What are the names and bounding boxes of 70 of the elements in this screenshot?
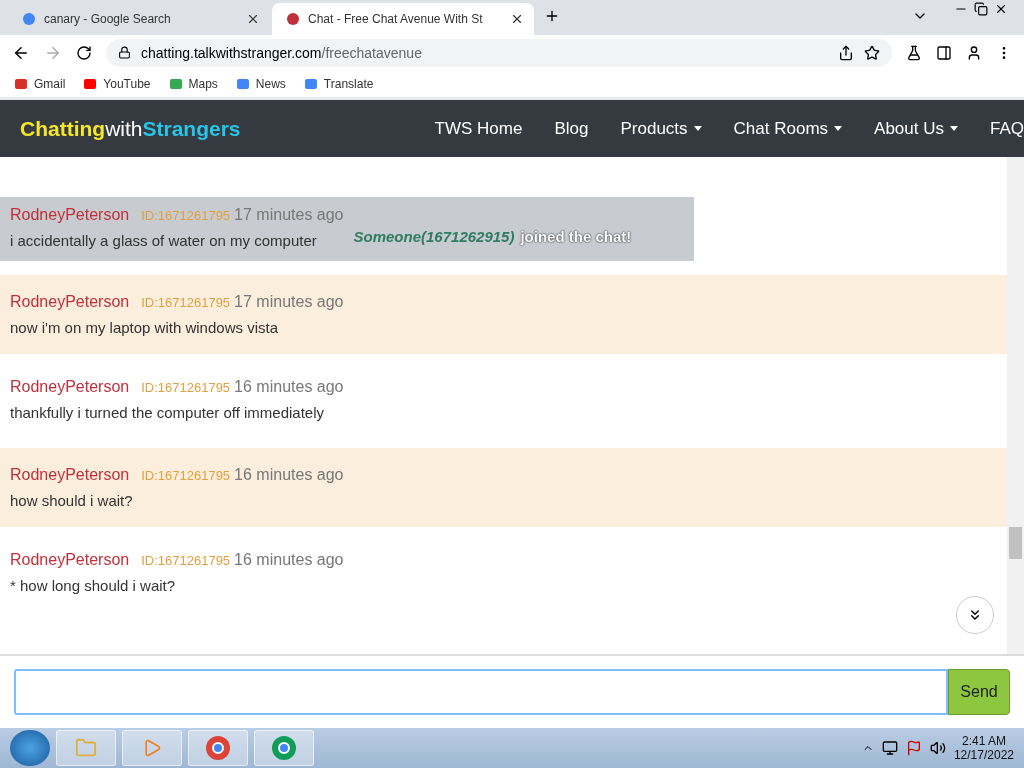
bookmark[interactable]: Maps — [168, 76, 218, 91]
timestamp: 17 minutes ago — [234, 206, 344, 224]
message-text: how should i wait? — [10, 492, 134, 509]
taskbar-app[interactable] — [188, 730, 248, 766]
user-id: ID:1671261795 — [141, 468, 231, 483]
send-button[interactable]: Send — [948, 669, 1010, 715]
folder-icon — [75, 737, 97, 759]
timestamp: 16 minutes ago — [234, 378, 344, 396]
taskbar-app[interactable] — [254, 730, 314, 766]
profile-icon — [966, 44, 982, 61]
share-icon — [838, 44, 854, 61]
username[interactable]: RodneyPeterson — [10, 551, 130, 569]
nav-link[interactable]: About Us — [874, 118, 958, 139]
site-icon — [286, 12, 300, 26]
caret-icon — [834, 126, 843, 131]
bookmark[interactable]: Translate — [303, 76, 374, 91]
star-icon — [864, 44, 880, 61]
address-bar[interactable]: chatting.talkwithstranger.com/freechatavenue — [106, 38, 892, 67]
volume-icon — [929, 740, 946, 756]
username[interactable]: RodneyPeterson — [10, 466, 130, 484]
browser-tab[interactable]: canary - Google Search — [8, 3, 270, 35]
username[interactable]: RodneyPeterson — [10, 293, 130, 311]
browser-icon — [271, 735, 297, 761]
user-id: ID:1671261795 — [141, 208, 231, 223]
close-icon — [994, 2, 1008, 16]
restore-icon — [974, 2, 988, 16]
taskbar-app[interactable] — [56, 730, 116, 766]
browser-tab[interactable]: Chat - Free Chat Avenue With St — [272, 3, 534, 35]
timestamp: 17 minutes ago — [234, 293, 344, 311]
nav-link[interactable]: TWS Home — [434, 118, 523, 139]
taskbar-app[interactable] — [122, 730, 182, 766]
start-button[interactable] — [10, 730, 50, 766]
username[interactable]: RodneyPeterson — [10, 378, 130, 396]
caret-icon — [950, 126, 958, 131]
message-text: i accidentally a glass of water on my computer — [10, 232, 318, 249]
side-panel-icon — [936, 44, 952, 61]
caret-icon — [693, 126, 702, 131]
nav-link[interactable]: FAQ — [990, 118, 1024, 139]
scroll-down-button[interactable] — [956, 596, 994, 634]
reload-icon — [76, 44, 92, 61]
timestamp: 16 minutes ago — [234, 551, 344, 569]
tab-title: Chat - Free Chat Avenue With St — [308, 12, 484, 26]
site-logo[interactable]: ChattingwithStrangers — [20, 116, 241, 141]
flag-icon — [905, 740, 922, 756]
nav-link[interactable]: Blog — [554, 118, 589, 139]
browser-icon — [205, 735, 231, 761]
bookmark[interactable]: Gmail — [14, 76, 66, 91]
message-text: now i'm on my laptop with windows vista — [10, 319, 279, 336]
close-icon — [510, 12, 524, 26]
play-icon — [142, 738, 162, 758]
nav-link[interactable]: Chat Rooms — [733, 118, 843, 139]
user-id: ID:1671261795 — [141, 380, 231, 395]
message-text: * how long should i wait? — [10, 577, 177, 594]
close-icon — [246, 12, 260, 26]
nav-link[interactable]: Products — [620, 118, 702, 139]
user-id: ID:1671261795 — [141, 295, 231, 310]
bookmark[interactable]: YouTube — [83, 76, 151, 91]
notice-user: Someone(1671262915) — [353, 227, 515, 245]
flask-icon — [906, 44, 922, 61]
network-icon — [881, 740, 898, 756]
bookmark[interactable]: News — [235, 76, 286, 91]
notice-text: joined the chat! — [520, 227, 632, 245]
message-input[interactable] — [14, 669, 948, 715]
clock[interactable]: 2:41 AM 12/17/2022 — [953, 734, 1014, 762]
user-id: ID:1671261795 — [141, 553, 231, 568]
tab-title: canary - Google Search — [44, 12, 172, 26]
scrollbar[interactable] — [1007, 157, 1024, 654]
timestamp: 16 minutes ago — [234, 466, 344, 484]
lock-icon — [118, 46, 131, 59]
message-text: thankfully i turned the computer off immediately — [10, 404, 326, 421]
